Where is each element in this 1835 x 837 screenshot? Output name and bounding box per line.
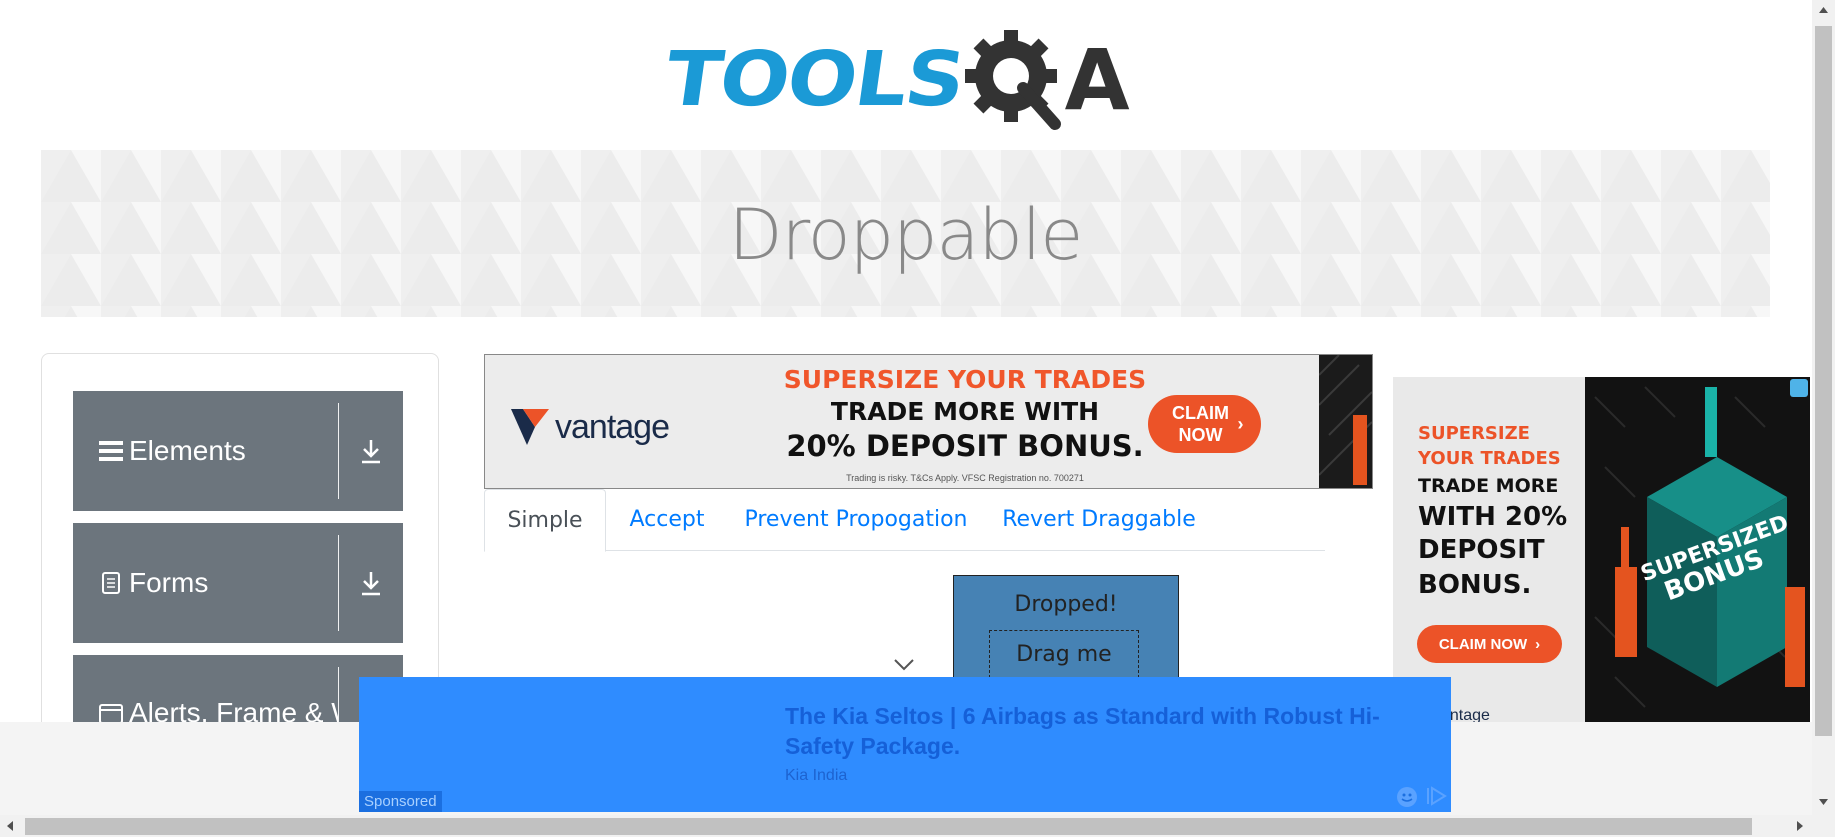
menu-group-label: Alerts, Frame & Windows (129, 697, 338, 722)
sponsored-ad[interactable]: The Kia Seltos | 6 Airbags as Standard w… (359, 677, 1451, 812)
menu-group-forms[interactable]: Forms (73, 523, 403, 643)
horizontal-scroll-thumb[interactable] (25, 818, 1752, 835)
ad-graphic (1318, 355, 1372, 488)
logo-tools-text: TOOLS (659, 35, 969, 124)
page-banner: Droppable (41, 150, 1770, 317)
chevron-right-icon: › (1535, 635, 1541, 653)
side-claim-label: CLAIM NOW (1438, 635, 1528, 653)
vantage-side-ad[interactable]: SUPERSIZE YOUR TRADES TRADE MORE WITH 20… (1393, 377, 1810, 722)
side-claim-now-button[interactable]: CLAIM NOW › (1417, 625, 1562, 663)
page-title: Droppable (728, 194, 1084, 276)
menu-group-alerts[interactable]: Alerts, Frame & Windows (73, 655, 403, 722)
hamburger-icon (97, 440, 125, 462)
horizontal-scrollbar[interactable] (0, 815, 1835, 837)
adchoices-icon[interactable] (1425, 785, 1447, 807)
sponsored-tag: Sponsored (359, 791, 442, 812)
download-arrow-icon[interactable] (339, 570, 403, 596)
divider (338, 535, 339, 631)
vantage-v-icon (511, 409, 549, 445)
tab-accept[interactable]: Accept (606, 489, 728, 550)
vantage-ad-banner[interactable]: vantage SUPERSIZE YOUR TRADES TRADE MORE… (484, 354, 1373, 489)
scroll-up-arrow-icon[interactable] (1812, 0, 1835, 20)
side-ad-line: YOUR TRADES (1418, 448, 1561, 469)
sponsored-advertiser: Kia India (785, 767, 848, 784)
gear-magnifier-icon (964, 30, 1061, 130)
tab-simple[interactable]: Simple (484, 489, 606, 552)
sponsored-title[interactable]: The Kia Seltos | 6 Airbags as Standard w… (785, 701, 1435, 761)
divider (338, 667, 339, 722)
side-ad-line: BONUS. (1418, 570, 1532, 600)
draggable-box[interactable]: Drag me (989, 630, 1139, 678)
document-icon (97, 572, 125, 594)
chevron-right-icon: › (1237, 414, 1244, 434)
menu-group-label: Elements (129, 435, 246, 466)
toolsqa-logo[interactable]: TOOLS A (660, 22, 1150, 138)
ad-headline: SUPERSIZE YOUR TRADES (783, 365, 1147, 394)
vertical-scrollbar[interactable] (1812, 0, 1835, 815)
supersized-bonus-graphic: SUPERSIZED BONUS (1585, 377, 1810, 722)
tab-revert-draggable[interactable]: Revert Draggable (984, 489, 1214, 550)
side-ad-line: DEPOSIT (1418, 535, 1545, 565)
scroll-right-arrow-icon[interactable] (1790, 815, 1810, 837)
scroll-left-arrow-icon[interactable] (0, 815, 20, 837)
side-ad-line: WITH 20% (1418, 502, 1568, 532)
claim-now-label: CLAIM NOW (1172, 403, 1229, 445)
ad-disclaimer: Trading is risky. T&Cs Apply. VFSC Regis… (846, 473, 1084, 483)
side-ad-line: TRADE MORE (1418, 475, 1559, 497)
drop-target-label: Dropped! (1014, 592, 1118, 617)
ad-face-icon[interactable] (1395, 785, 1419, 809)
vantage-logo: vantage (509, 407, 670, 447)
side-ad-copy: SUPERSIZE YOUR TRADES TRADE MORE WITH 20… (1418, 421, 1578, 603)
droppable-tabs: Simple Accept Prevent Propogation Revert… (484, 489, 1325, 552)
side-ad-line: SUPERSIZE (1418, 423, 1530, 444)
window-icon (97, 704, 125, 722)
ad-choice-icons (1395, 785, 1447, 809)
download-arrow-icon[interactable] (339, 438, 403, 464)
claim-now-button[interactable]: CLAIM NOW › (1148, 395, 1261, 453)
divider (338, 403, 339, 499)
scroll-down-arrow-icon[interactable] (1812, 792, 1835, 812)
menu-group-elements[interactable]: Elements (73, 391, 403, 511)
logo-a-text: A (1064, 31, 1130, 129)
chevron-down-icon[interactable] (893, 658, 915, 672)
tab-prevent-propogation[interactable]: Prevent Propogation (730, 489, 982, 550)
vantage-brand-text: vantage (555, 407, 670, 446)
vertical-scroll-thumb[interactable] (1815, 26, 1832, 736)
menu-group-label: Forms (129, 567, 209, 598)
